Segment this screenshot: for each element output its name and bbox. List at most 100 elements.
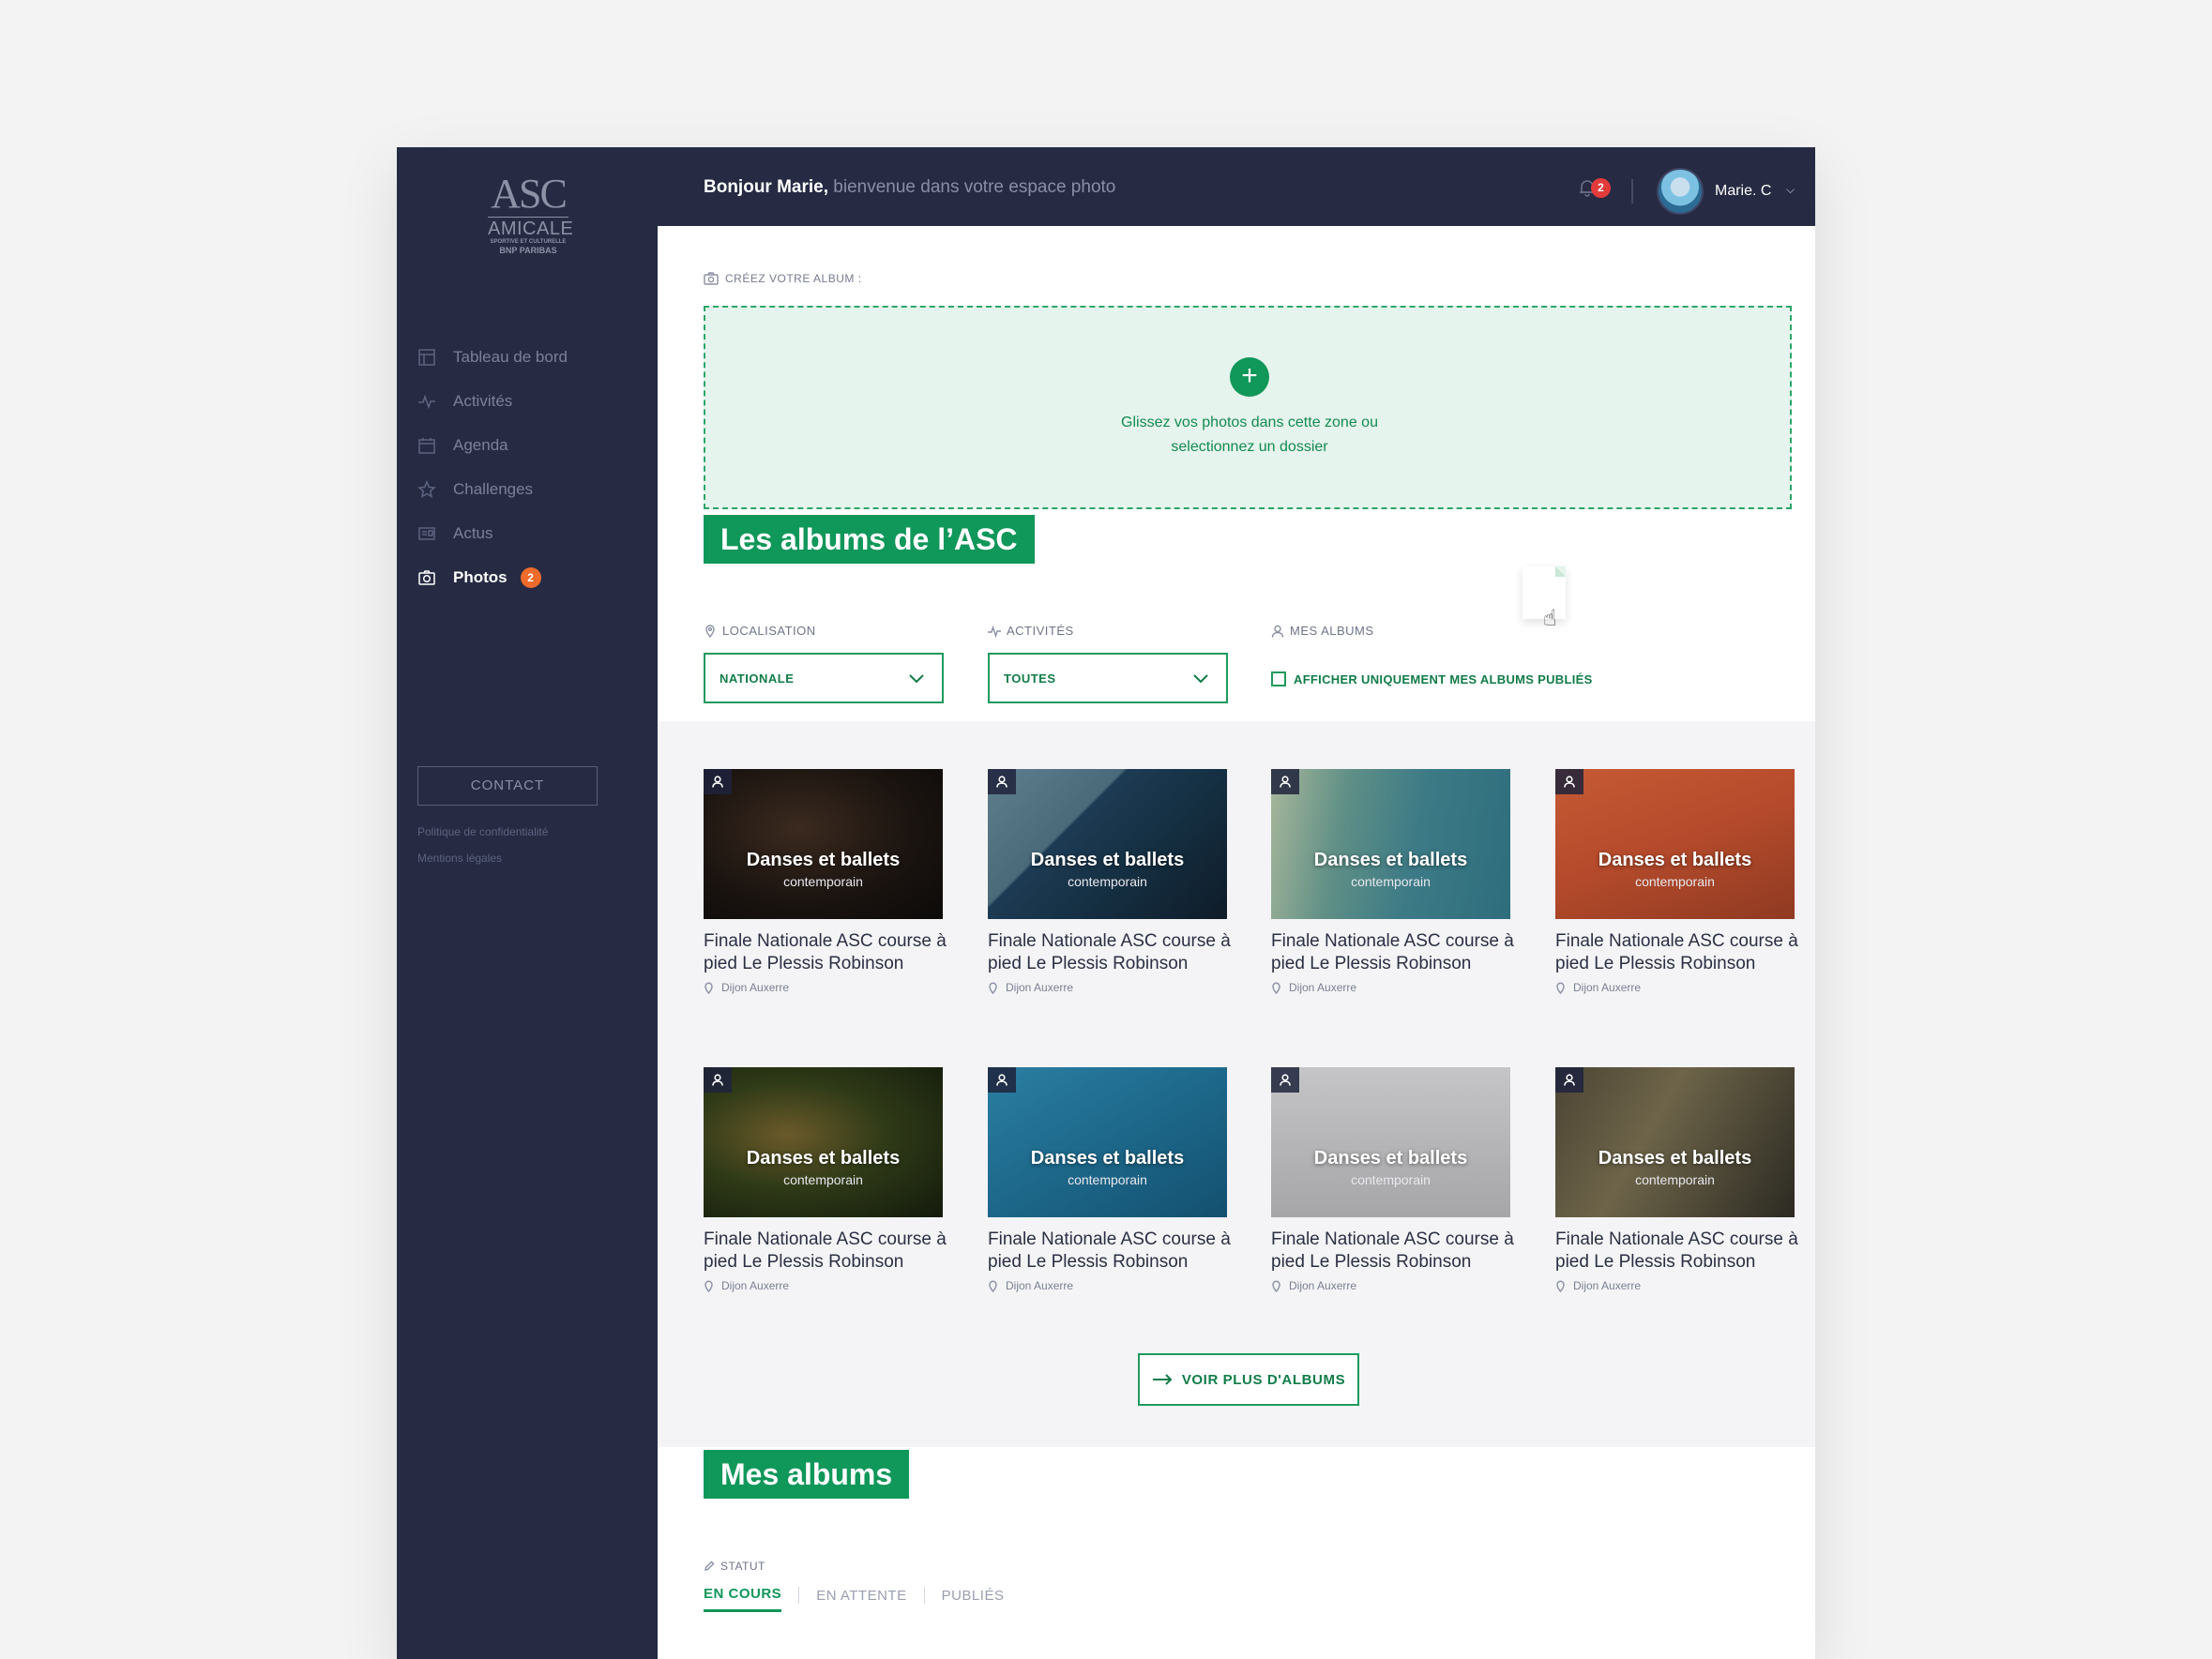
- activities-select-value: TOUTES: [1004, 671, 1056, 686]
- album-card[interactable]: Danses et ballets contemporain Finale Nati…: [1271, 1067, 1514, 1292]
- album-overlay-subtitle: contemporain: [1068, 1172, 1147, 1187]
- tab-en-attente[interactable]: EN ATTENTE: [816, 1588, 906, 1611]
- contact-button[interactable]: CONTACT: [417, 766, 598, 806]
- album-overlay-subtitle: contemporain: [1635, 1172, 1715, 1187]
- album-card[interactable]: Danses et ballets contemporain Finale Nati…: [704, 769, 947, 994]
- sidebar-item-label: Agenda: [453, 435, 508, 454]
- dropzone-line-1: Glissez vos photos dans cette zone ou: [1121, 415, 1378, 430]
- location-pin-icon: [705, 624, 715, 638]
- sidebar: ASC AMICALE SPORTIVE ET CULTURELLE BNP P…: [397, 147, 658, 1659]
- sidebar-item-dashboard[interactable]: Tableau de bord: [417, 335, 643, 379]
- album-overlay-title: Danses et ballets: [746, 850, 901, 870]
- album-thumbnail[interactable]: Danses et ballets contemporain: [704, 769, 943, 919]
- album-thumbnail[interactable]: Danses et ballets contemporain: [1555, 1067, 1795, 1217]
- dropzone-instructions: Glissez vos photos dans cette zone ou se…: [1062, 411, 1437, 460]
- sidebar-item-actus[interactable]: Actus: [417, 511, 643, 555]
- album-title[interactable]: Finale Nationale ASC course à pied Le Pl…: [1271, 1229, 1515, 1274]
- album-card[interactable]: Danses et ballets contemporain Finale Nati…: [988, 769, 1231, 994]
- user-icon: [704, 769, 732, 794]
- logo-subtitle: SPORTIVE ET CULTURELLE: [490, 239, 567, 245]
- album-thumbnail[interactable]: Danses et ballets contemporain: [1555, 769, 1795, 919]
- logo-amicale: AMICALE: [488, 217, 574, 239]
- status-tabs: EN COURS EN ATTENTE PUBLIÉS: [704, 1586, 1004, 1612]
- see-more-albums-button[interactable]: VOIR PLUS D'ALBUMS: [1138, 1353, 1359, 1406]
- album-overlay-title: Danses et ballets: [746, 1148, 901, 1169]
- location-select[interactable]: NATIONALE: [704, 653, 944, 703]
- album-title[interactable]: Finale Nationale ASC course à pied Le Pl…: [1555, 1229, 1799, 1274]
- location-label-text: LOCALISATION: [722, 624, 816, 638]
- album-overlay-title: Danses et ballets: [1598, 1148, 1752, 1169]
- album-title[interactable]: Finale Nationale ASC course à pied Le Pl…: [704, 930, 947, 975]
- star-icon: [417, 479, 436, 498]
- tab-publies[interactable]: PUBLIÉS: [942, 1588, 1005, 1611]
- header-divider: [1631, 179, 1633, 204]
- album-thumbnail[interactable]: Danses et ballets contemporain: [988, 769, 1227, 919]
- greeting-message: bienvenue dans votre espace photo: [828, 177, 1116, 197]
- dropzone-line-2[interactable]: selectionnez un dossier: [1062, 435, 1437, 460]
- tab-en-cours[interactable]: EN COURS: [704, 1586, 782, 1612]
- location-pin-icon: [1556, 1280, 1565, 1292]
- sidebar-item-activities[interactable]: Activités: [417, 379, 643, 423]
- asc-logo[interactable]: ASC AMICALE SPORTIVE ET CULTURELLE BNP P…: [488, 173, 574, 255]
- checkbox-label[interactable]: AFFICHER UNIQUEMENT MES ALBUMS PUBLIÉS: [1294, 672, 1593, 686]
- album-overlay-title: Danses et ballets: [1030, 1148, 1185, 1169]
- album-overlay-subtitle: contemporain: [1635, 874, 1715, 889]
- album-title[interactable]: Finale Nationale ASC course à pied Le Pl…: [704, 1229, 947, 1274]
- album-location-text: Dijon Auxerre: [721, 1279, 790, 1292]
- greeting: Bonjour Marie, bienvenue dans votre espa…: [704, 177, 1115, 198]
- album-title[interactable]: Finale Nationale ASC course à pied Le Pl…: [988, 930, 1232, 975]
- album-thumbnail[interactable]: Danses et ballets contemporain: [988, 1067, 1227, 1217]
- album-location-text: Dijon Auxerre: [1289, 981, 1357, 994]
- location-pin-icon: [1272, 982, 1280, 994]
- show-my-published-checkbox[interactable]: AFFICHER UNIQUEMENT MES ALBUMS PUBLIÉS: [1271, 671, 1593, 686]
- album-card[interactable]: Danses et ballets contemporain Finale Nati…: [704, 1067, 947, 1292]
- sidebar-item-photos[interactable]: Photos 2: [417, 555, 643, 599]
- album-thumbnail[interactable]: Danses et ballets contemporain: [1271, 1067, 1510, 1217]
- album-card[interactable]: Danses et ballets contemporain Finale Nati…: [1271, 769, 1514, 994]
- album-location: Dijon Auxerre: [1555, 981, 1795, 994]
- pencil-icon: [705, 1561, 715, 1571]
- album-location-text: Dijon Auxerre: [1006, 1279, 1074, 1292]
- activities-select[interactable]: TOUTES: [988, 653, 1228, 703]
- location-pin-icon: [705, 1280, 713, 1292]
- album-thumbnail[interactable]: Danses et ballets contemporain: [704, 1067, 943, 1217]
- my-albums-filter-label: MES ALBUMS: [1271, 624, 1374, 638]
- user-icon: [704, 1067, 732, 1093]
- sidebar-item-challenges[interactable]: Challenges: [417, 467, 643, 511]
- my-albums-title: Mes albums: [704, 1450, 910, 1499]
- photo-dropzone[interactable]: + Glissez vos photos dans cette zone ou …: [704, 306, 1792, 631]
- checkbox-box[interactable]: [1271, 671, 1286, 686]
- user-icon: [1271, 625, 1284, 638]
- album-title[interactable]: Finale Nationale ASC course à pied Le Pl…: [1271, 930, 1515, 975]
- album-card[interactable]: Danses et ballets contemporain Finale Nati…: [1555, 1067, 1798, 1292]
- legal-notice-link[interactable]: Mentions légales: [417, 852, 502, 865]
- sidebar-nav: Tableau de bord Activités Agenda Challen…: [417, 335, 643, 599]
- album-card[interactable]: Danses et ballets contemporain Finale Nati…: [1555, 769, 1798, 994]
- news-icon: [418, 526, 435, 540]
- location-pin-icon: [1272, 1280, 1280, 1292]
- add-photos-plus-icon[interactable]: +: [1230, 357, 1269, 397]
- location-pin-icon: [705, 982, 713, 994]
- album-thumbnail[interactable]: Danses et ballets contemporain: [1271, 769, 1510, 919]
- album-location: Dijon Auxerre: [704, 981, 943, 994]
- chevron-down-icon[interactable]: ⌵: [1786, 183, 1795, 197]
- dashboard-icon: [418, 348, 435, 366]
- album-location-text: Dijon Auxerre: [1006, 981, 1074, 994]
- privacy-policy-link[interactable]: Politique de confidentialité: [417, 825, 548, 838]
- user-icon: [988, 1067, 1016, 1093]
- arrow-right-icon: [1152, 1374, 1173, 1385]
- album-title[interactable]: Finale Nationale ASC course à pied Le Pl…: [988, 1229, 1232, 1274]
- album-title[interactable]: Finale Nationale ASC course à pied Le Pl…: [1555, 930, 1799, 975]
- greeting-name: Bonjour Marie,: [704, 177, 829, 197]
- album-card[interactable]: Danses et ballets contemporain Finale Nati…: [988, 1067, 1231, 1292]
- status-label-text: STATUT: [720, 1560, 765, 1573]
- my-albums-label-text: MES ALBUMS: [1290, 624, 1374, 638]
- user-name[interactable]: Marie. C: [1715, 183, 1771, 200]
- album-overlay-title: Danses et ballets: [1030, 850, 1185, 870]
- sidebar-item-agenda[interactable]: Agenda: [417, 423, 643, 467]
- camera-icon: [418, 569, 435, 585]
- sidebar-item-label: Challenges: [453, 479, 534, 498]
- avatar[interactable]: [1657, 168, 1704, 215]
- album-overlay-title: Danses et ballets: [1313, 1148, 1468, 1169]
- hand-cursor-icon: ☝: [1543, 606, 1557, 631]
